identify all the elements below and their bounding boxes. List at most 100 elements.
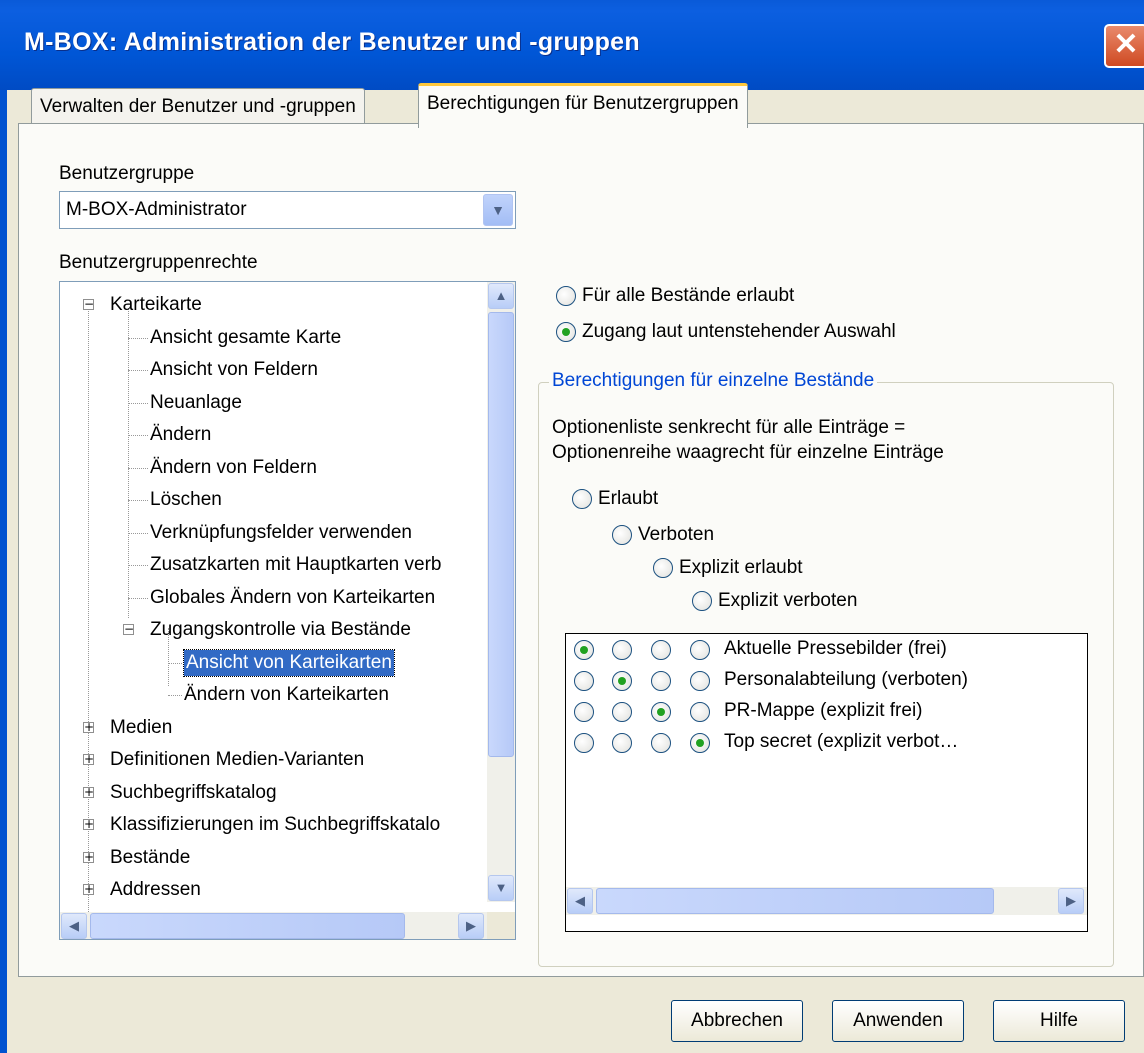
tree-item[interactable]: Ansicht gesamte Karte <box>150 325 341 351</box>
radio-by-selection[interactable] <box>556 322 576 342</box>
tree-connector <box>128 435 148 436</box>
row-option-radio[interactable] <box>574 640 594 660</box>
row-option-radio[interactable] <box>690 671 710 691</box>
holding-label: PR-Mappe (explizit frei) <box>724 700 923 721</box>
group-title: Berechtigungen für einzelne Bestände <box>549 370 878 392</box>
column-radio-explizit-verboten[interactable] <box>692 591 712 611</box>
expand-icon[interactable]: + <box>83 786 94 798</box>
row-option-radio[interactable] <box>612 733 632 753</box>
group-label: Benutzergruppe <box>59 163 195 184</box>
tree-horizontal-scrollbar[interactable]: ◀ ▶ <box>60 912 487 939</box>
tree-item[interactable]: Verknüpfungsfelder verwenden <box>150 520 412 546</box>
expand-icon[interactable]: + <box>83 818 94 830</box>
tree-connector <box>128 370 148 371</box>
tree-connector <box>168 695 182 696</box>
tree-vertical-scrollbar[interactable]: ▲ ▼ <box>487 282 515 902</box>
tree-item[interactable]: Zusatzkarten mit Hauptkarten verb <box>150 552 441 578</box>
row-option-radio[interactable] <box>690 640 710 660</box>
row-option-radio[interactable] <box>574 671 594 691</box>
tree-item[interactable]: Neuanlage <box>150 390 242 416</box>
radio-all-allowed-label[interactable]: Für alle Bestände erlaubt <box>582 285 794 307</box>
apply-button[interactable]: Anwenden <box>832 1000 964 1042</box>
tree-item[interactable]: Ändern von Feldern <box>150 455 317 481</box>
expand-icon[interactable]: + <box>83 883 94 895</box>
row-option-radio[interactable] <box>612 702 632 722</box>
tab-berechtigungen[interactable]: Berechtigungen für Benutzergruppen <box>418 83 748 128</box>
row-option-radio[interactable] <box>690 702 710 722</box>
column-label-explizit-verboten: Explizit verboten <box>718 590 858 611</box>
chevron-left-icon[interactable]: ◀ <box>61 913 87 939</box>
tree-item[interactable]: Addressen <box>110 877 201 903</box>
column-label-explizit-erlaubt: Explizit erlaubt <box>679 557 803 578</box>
expand-icon[interactable]: + <box>83 753 94 765</box>
rights-label: Benutzergruppenrechte <box>59 252 258 273</box>
scrollbar-corner <box>487 912 515 939</box>
tree-item[interactable]: Ändern <box>150 422 211 448</box>
row-option-radio[interactable] <box>651 671 671 691</box>
chevron-left-icon[interactable]: ◀ <box>567 888 593 914</box>
chevron-down-icon[interactable]: ▼ <box>483 194 513 226</box>
tab-label: Berechtigungen für Benutzergruppen <box>427 93 739 114</box>
tree-guide-line <box>88 308 89 939</box>
radio-all-allowed[interactable] <box>556 286 576 306</box>
tab-verwalten[interactable]: Verwalten der Benutzer und -gruppen <box>31 88 365 126</box>
row-option-radio[interactable] <box>612 671 632 691</box>
scroll-thumb[interactable] <box>488 312 514 757</box>
list-horizontal-scrollbar[interactable]: ◀ ▶ <box>566 887 1087 915</box>
column-label-erlaubt: Erlaubt <box>598 488 659 509</box>
chevron-up-icon[interactable]: ▲ <box>488 283 514 309</box>
holding-label: Top secret (explizit verbot… <box>724 731 959 752</box>
tree-connector <box>128 337 148 339</box>
tree-item[interactable]: Bestände <box>110 845 190 871</box>
tree-guide-line <box>128 308 129 618</box>
tree-item[interactable]: Suchbegriffskatalog <box>110 780 277 806</box>
chevron-right-icon[interactable]: ▶ <box>458 913 484 939</box>
tree-item[interactable]: Ändern von Karteikarten <box>184 682 389 708</box>
row-option-radio[interactable] <box>651 733 671 753</box>
row-option-radio[interactable] <box>612 640 632 660</box>
tree-item[interactable]: Globales Ändern von Karteikarten <box>150 585 435 611</box>
tree-item[interactable]: Löschen <box>150 487 222 513</box>
tree-item[interactable]: Karteikarte <box>110 292 202 318</box>
title-bar: M-BOX: Administration der Benutzer und -… <box>0 0 1144 90</box>
scroll-thumb[interactable] <box>596 888 994 914</box>
collapse-icon[interactable]: − <box>83 298 94 310</box>
column-radio-verboten[interactable] <box>612 525 632 545</box>
chevron-right-icon[interactable]: ▶ <box>1058 888 1084 914</box>
expand-icon[interactable]: + <box>83 721 94 733</box>
tree-item[interactable]: Zugangskontrolle via Bestände <box>150 617 411 643</box>
column-label-verboten: Verboten <box>638 524 715 545</box>
radio-by-selection-label[interactable]: Zugang laut untenstehender Auswahl <box>582 321 896 343</box>
row-option-radio[interactable] <box>651 702 671 722</box>
scroll-thumb[interactable] <box>90 913 405 939</box>
row-option-radio[interactable] <box>690 733 710 753</box>
tree-connector <box>128 402 148 404</box>
tree-item[interactable]: Medien <box>110 715 172 741</box>
tree-item[interactable]: Definitionen Medien-Varianten <box>110 747 364 773</box>
column-radio-erlaubt[interactable] <box>572 489 592 509</box>
tab-label: Verwalten der Benutzer und -gruppen <box>40 96 356 117</box>
tree-item[interactable]: Klassifizierungen im Suchbegriffskatalo <box>110 812 440 838</box>
column-radio-explizit-erlaubt[interactable] <box>653 558 673 578</box>
row-option-radio[interactable] <box>651 640 671 660</box>
tree-connector <box>128 565 148 566</box>
tree-item[interactable]: Ansicht von Karteikarten <box>183 648 395 677</box>
tree-connector <box>128 467 148 469</box>
group-select[interactable]: M-BOX-Administrator ▼ <box>59 191 516 229</box>
chevron-down-icon[interactable]: ▼ <box>488 875 514 901</box>
rights-tree[interactable]: − Karteikarte Ansicht gesamte Karte Ansicht… <box>59 281 516 940</box>
expand-icon[interactable]: + <box>83 851 94 863</box>
tree-item[interactable]: Ansicht von Feldern <box>150 357 318 383</box>
collapse-icon[interactable]: − <box>123 623 134 635</box>
holding-label: Aktuelle Pressebilder (frei) <box>724 638 947 659</box>
help-button[interactable]: Hilfe <box>993 1000 1125 1042</box>
row-option-radio[interactable] <box>574 733 594 753</box>
holdings-list[interactable]: Aktuelle Pressebilder (frei) Personalabte… <box>565 633 1088 932</box>
cancel-button[interactable]: Abbrechen <box>671 1000 803 1042</box>
close-icon[interactable]: ✕ <box>1104 24 1144 68</box>
tree-connector <box>128 597 148 599</box>
tree-connector <box>128 500 148 501</box>
tree-connector <box>128 532 148 534</box>
window-title: M-BOX: Administration der Benutzer und -… <box>24 28 640 56</box>
row-option-radio[interactable] <box>574 702 594 722</box>
